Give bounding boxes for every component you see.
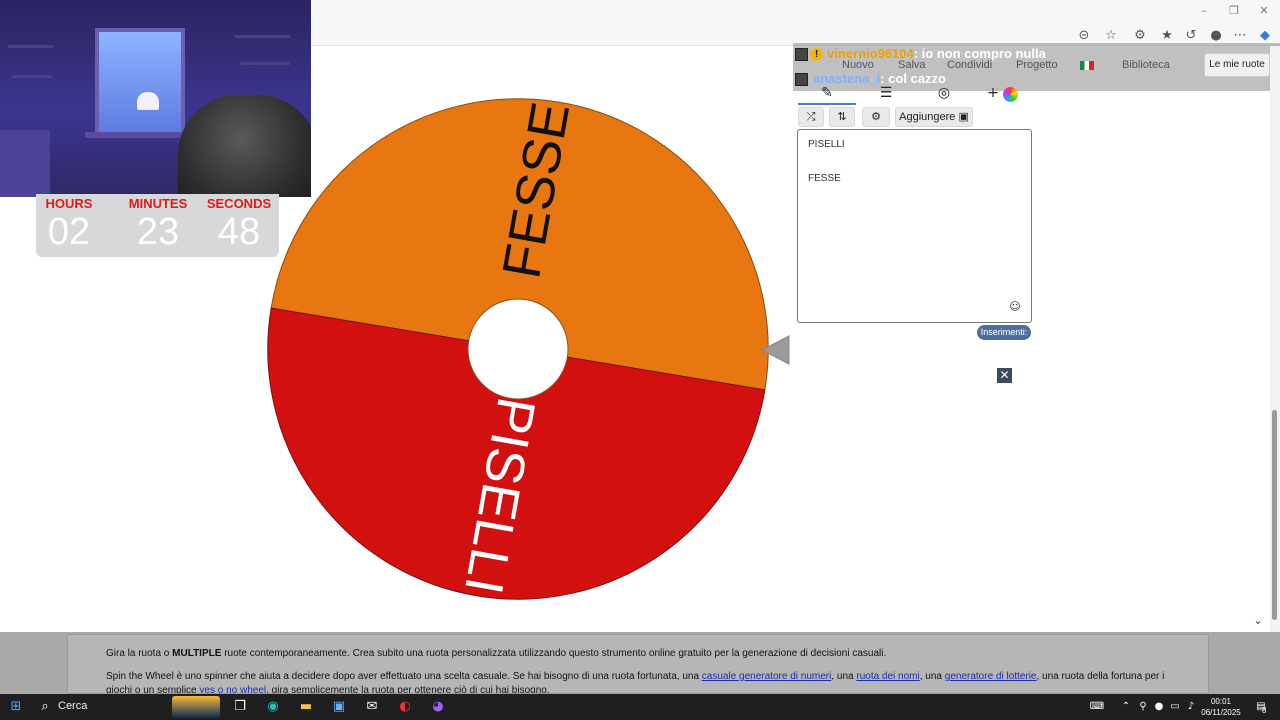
minutes-label: MINUTES (128, 196, 188, 211)
nav-save[interactable]: Salva (898, 59, 926, 71)
tray-expand-icon[interactable]: ⌃ (1117, 698, 1135, 716)
task-view-icon[interactable]: ❐ (231, 698, 249, 716)
webcam-overlay (0, 0, 311, 197)
chat-avatar-icon (795, 73, 808, 86)
yes-no-wheel-link[interactable]: yes o no wheel (199, 685, 266, 693)
hours-value: 02 (47, 211, 91, 253)
windows-taskbar: ⊞ ⌕ Cerca ❐ ◉ ▬ ▣ ✉ ◐ ◕ ⌨ ⌃ ⚲ ● ▭ ♪ 00:0… (0, 694, 1280, 720)
notification-count: 8 (1262, 706, 1267, 715)
profile-icon[interactable]: ● (1208, 28, 1224, 44)
hours-label: HOURS (45, 196, 93, 211)
file-explorer-icon[interactable]: ▬ (297, 698, 315, 716)
add-tab-icon[interactable]: + (983, 85, 1003, 103)
address-bar[interactable] (318, 25, 1078, 45)
store-icon[interactable]: ▣ (330, 698, 348, 716)
info-box: Gira la ruota o MULTIPLE ruote contempor… (67, 634, 1209, 694)
keyboard-icon[interactable]: ⌨ (1088, 698, 1106, 716)
mail-icon[interactable]: ✉ (363, 698, 381, 716)
copilot-icon[interactable]: ◆ (1257, 28, 1273, 44)
close-ad-icon[interactable]: ✕ (997, 368, 1012, 383)
search-label: Cerca (58, 700, 88, 712)
search-icon: ⌕ (41, 699, 49, 714)
extensions-icon[interactable]: ⚙ (1132, 28, 1148, 44)
my-wheels-button[interactable]: Le mie ruote (1204, 53, 1270, 77)
clock-time: 00:01 (1210, 697, 1232, 706)
clock-date: 06/11/2025 (1201, 708, 1241, 717)
more-options-icon[interactable]: ⋯ (1232, 28, 1248, 44)
chat-username: anastena_i (813, 71, 881, 86)
info-line-2: Spin the Wheel è uno spinner che aiuta a… (106, 671, 1165, 694)
hide-eye-icon[interactable]: ◎ (934, 85, 954, 103)
settings-gear-icon[interactable]: ⚙ (862, 107, 890, 127)
favorite-star-icon[interactable]: ☆ (1103, 28, 1119, 44)
name-wheel-link[interactable]: ruota dei nomi (856, 671, 919, 682)
windows-start-icon[interactable]: ⊞ (7, 698, 25, 716)
lottery-generator-link[interactable]: generatore di lotterie (945, 671, 1037, 682)
countdown-timer: HOURS 02 MINUTES 23 SECONDS 48 (36, 194, 279, 257)
results-list-icon[interactable]: ☰ (876, 85, 896, 103)
chevron-down-icon[interactable]: ⌄ (1251, 614, 1265, 628)
nav-new[interactable]: Nuovo (842, 59, 874, 71)
nav-library[interactable]: Biblioteca (1122, 59, 1170, 71)
edge-browser-icon[interactable]: ◉ (264, 698, 282, 716)
active-tab-indicator (798, 103, 856, 105)
chat-badge-icon: ! (810, 48, 823, 61)
random-number-link[interactable]: casuale generatore di numeri (702, 671, 832, 682)
edit-pencil-icon[interactable]: ✎ (817, 85, 837, 103)
color-palette-icon[interactable] (1003, 87, 1018, 102)
chat-avatar-icon (795, 48, 808, 61)
taskbar-search[interactable]: ⌕ Cerca (32, 696, 222, 718)
minutes-value: 23 (136, 211, 180, 253)
favorites-icon[interactable]: ★ (1159, 28, 1175, 44)
spin-wheel[interactable]: FESSE PISELLI (266, 97, 770, 601)
minimize-icon[interactable]: – (1196, 4, 1212, 18)
app-icon[interactable]: ◕ (429, 698, 447, 716)
info-line-1: Gira la ruota o MULTIPLE ruote contempor… (106, 648, 887, 659)
system-clock[interactable]: 00:01 06/11/2025 (1198, 696, 1244, 718)
close-window-icon[interactable]: ✕ (1256, 4, 1272, 18)
image-icon: ▣ (958, 111, 969, 123)
search-highlight-image (172, 696, 220, 718)
entries-textarea[interactable]: PISELLI FESSE (797, 129, 1032, 323)
emoji-icon[interactable]: ☺ (1008, 300, 1022, 314)
chat-text: : col cazzo (880, 71, 946, 86)
sort-icon[interactable]: ⇅ (829, 107, 855, 127)
nav-project[interactable]: Progetto (1016, 59, 1058, 71)
add-image-label: Aggiungere (899, 111, 956, 123)
language-flag-icon[interactable] (1080, 61, 1094, 70)
notifications-icon[interactable]: ▤ (1252, 698, 1270, 716)
wheel-center-hub[interactable] (467, 298, 569, 400)
restore-icon[interactable]: ❐ (1226, 4, 1242, 18)
entries-count-badge: Inserimenti: 2 (977, 325, 1031, 352)
reader-mode-icon[interactable]: ⊝ (1076, 28, 1092, 44)
history-icon[interactable]: ↺ (1183, 28, 1199, 44)
obs-icon[interactable]: ◐ (396, 698, 414, 716)
wheel-pointer-icon (760, 335, 790, 365)
scrollbar-thumb[interactable] (1272, 410, 1277, 620)
add-image-button[interactable]: Aggiungere ▣ (895, 107, 973, 127)
nav-share[interactable]: Condividi (947, 59, 992, 71)
shuffle-icon[interactable]: ⤮ (798, 107, 824, 127)
